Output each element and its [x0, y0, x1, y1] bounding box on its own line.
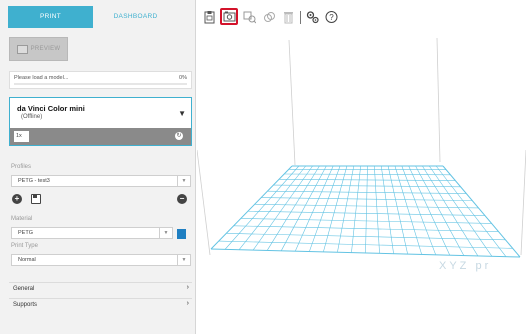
settings-icon[interactable] [306, 10, 319, 24]
profiles-label: Profiles [11, 164, 32, 170]
left-panel: PRINT DASHBOARD PREVIEW Please load a mo… [0, 0, 196, 334]
print-type-value: Normal [18, 257, 36, 263]
printer-status: (Offline) [21, 114, 43, 120]
progress-bar [14, 83, 187, 85]
grid-line [284, 173, 451, 176]
delete-icon[interactable] [282, 10, 295, 24]
enclosure-edge [288, 39, 296, 166]
chevron-right-icon: › [186, 284, 189, 291]
grid-line [224, 165, 300, 250]
section-general[interactable]: General › [9, 282, 192, 296]
copy-count[interactable]: 1x [14, 131, 29, 142]
grid-line [351, 165, 361, 253]
material-value: PETG [18, 230, 33, 236]
grid-line [266, 165, 320, 251]
brand-watermark: XYZ pr [439, 260, 492, 272]
grid-line [380, 165, 394, 254]
material-select[interactable]: PETG ▼ [11, 227, 173, 239]
enclosure-edge [197, 149, 211, 256]
profile-select[interactable]: PETG - test3 ▼ [11, 175, 191, 187]
build-plate-scene [197, 37, 526, 258]
duplicate-icon[interactable] [263, 10, 276, 24]
preview-button[interactable]: PREVIEW [9, 37, 68, 61]
caret-down-icon[interactable]: ▼ [178, 109, 186, 118]
mode-tabs: PRINT DASHBOARD [0, 6, 196, 28]
grid-line [337, 165, 355, 253]
grid-line [429, 165, 493, 257]
save-icon[interactable] [31, 194, 41, 204]
load-model-icon[interactable] [220, 8, 238, 25]
grid-line [435, 165, 507, 257]
preview-icon [16, 44, 28, 54]
enclosure-edge [436, 37, 441, 163]
grid-line [415, 165, 465, 256]
toolbar: ? [196, 0, 526, 30]
remove-icon[interactable]: − [177, 194, 187, 204]
add-icon[interactable]: + [12, 194, 22, 204]
status-percent: 0% [179, 75, 187, 81]
refresh-icon[interactable]: ↻ [175, 132, 183, 140]
grid-line [387, 165, 408, 255]
grid-line [442, 165, 521, 258]
printer-toolbar: 1x ↻ [10, 128, 191, 145]
grid-line [238, 165, 306, 250]
help-icon[interactable]: ? [325, 10, 338, 24]
tab-print[interactable]: PRINT [8, 6, 93, 28]
chevron-down-icon: ▼ [177, 255, 190, 265]
grid-line [374, 165, 380, 254]
printer-name: da Vinci Color mini [17, 104, 85, 113]
chevron-down-icon: ▼ [177, 176, 190, 186]
svg-text:?: ? [329, 13, 334, 22]
material-color-swatch[interactable] [177, 229, 186, 239]
printer-selector[interactable]: da Vinci Color mini (Offline) ▼ 1x ↻ [9, 97, 192, 146]
grid-line [210, 165, 293, 250]
grid-line [394, 165, 422, 255]
chevron-down-icon: ▼ [159, 228, 172, 238]
model-status: Please load a model... 0% [9, 71, 192, 89]
supports-label: Supports [13, 302, 38, 308]
status-text: Please load a model... [14, 75, 69, 81]
general-label: General [13, 286, 35, 292]
preview-label: PREVIEW [30, 46, 61, 52]
print-type-label: Print Type [11, 243, 38, 249]
section-supports[interactable]: Supports › [9, 298, 192, 312]
transform-icon[interactable] [243, 10, 256, 24]
print-type-select[interactable]: Normal ▼ [11, 254, 191, 266]
grid-line [365, 165, 368, 254]
chevron-right-icon: › [186, 300, 189, 307]
grid-line [408, 165, 451, 256]
enclosure-edge [520, 149, 526, 256]
toolbar-divider [300, 11, 301, 24]
material-label: Material [11, 216, 33, 222]
3d-viewport[interactable]: XYZ pr [197, 30, 526, 334]
clipboard-icon[interactable] [203, 10, 216, 24]
tab-dashboard[interactable]: DASHBOARD [93, 6, 178, 28]
profile-value: PETG - test3 [18, 178, 50, 184]
